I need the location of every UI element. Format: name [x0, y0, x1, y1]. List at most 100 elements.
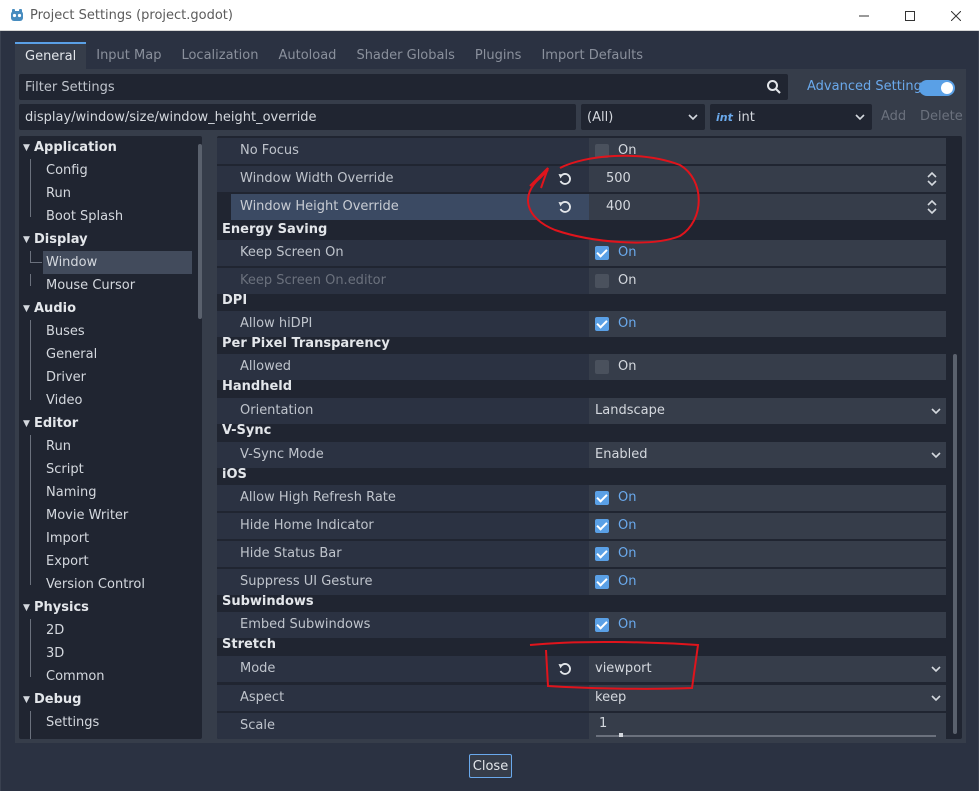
prop-row-vsync-mode: V-Sync Mode Enabled — [217, 442, 946, 468]
tab-plugins[interactable]: Plugins — [465, 42, 532, 69]
slider-handle[interactable] — [619, 733, 623, 737]
tree-item-common[interactable]: Common — [19, 665, 194, 688]
prop-row-allow-hidpi: Allow hiDPI On — [217, 311, 946, 337]
chevron-down-icon — [688, 114, 698, 121]
checkbox-checked-icon[interactable] — [595, 575, 609, 589]
prop-value-spinbox[interactable]: 500 — [589, 166, 946, 192]
tree-item-video[interactable]: Video — [19, 389, 194, 412]
tree-item-editor-run[interactable]: Run — [19, 435, 194, 458]
prop-value-dropdown[interactable]: Landscape — [589, 398, 946, 424]
expanded-arrow-icon: ▼ — [23, 303, 30, 314]
tree-item-movie-writer[interactable]: Movie Writer — [19, 504, 194, 527]
prop-row-hide-status-bar: Hide Status Bar On — [217, 541, 946, 567]
prop-value-checkbox[interactable]: On — [589, 612, 946, 638]
checkbox-unchecked-icon[interactable] — [595, 274, 609, 288]
tree-category-editor[interactable]: ▼ Editor — [19, 412, 194, 435]
category-select[interactable]: (All) — [581, 104, 705, 130]
prop-value-dropdown[interactable]: Enabled — [589, 442, 946, 468]
checkbox-checked-icon[interactable] — [595, 317, 609, 331]
prop-label: Mode — [240, 661, 276, 676]
expanded-arrow-icon: ▼ — [23, 694, 30, 705]
slider-track[interactable] — [596, 735, 936, 737]
prop-row-window-width-override: Window Width Override 500 — [217, 166, 946, 192]
inspector-scrollbar[interactable] — [953, 354, 957, 734]
checkbox-checked-icon[interactable] — [595, 547, 609, 561]
tab-localization[interactable]: Localization — [171, 42, 268, 69]
prop-value-checkbox[interactable]: On — [589, 240, 946, 266]
minimize-button[interactable] — [841, 0, 887, 31]
prop-value-slider[interactable]: 1 — [589, 713, 946, 739]
tree-item-2d[interactable]: 2D — [19, 619, 194, 642]
checkbox-label: On — [618, 273, 637, 288]
revert-icon[interactable] — [557, 171, 573, 187]
prop-value-checkbox[interactable]: On — [589, 513, 946, 539]
spin-updown-icon[interactable] — [926, 199, 938, 215]
tree-category-debug[interactable]: ▼ Debug — [19, 688, 194, 711]
setting-path-input[interactable]: display/window/size/window_height_overri… — [19, 104, 576, 130]
prop-value-dropdown[interactable]: keep — [589, 685, 946, 711]
spin-updown-icon[interactable] — [926, 171, 938, 187]
checkbox-unchecked-icon[interactable] — [595, 360, 609, 374]
prop-value-checkbox[interactable]: On — [589, 354, 946, 380]
tree-item-import[interactable]: Import — [19, 527, 194, 550]
tree-item-script[interactable]: Script — [19, 458, 194, 481]
prop-value-checkbox[interactable]: On — [589, 311, 946, 337]
tree-item-mouse-cursor[interactable]: Mouse Cursor — [19, 274, 194, 297]
tree-item-settings[interactable]: Settings — [19, 711, 194, 734]
tree-category-display[interactable]: ▼ Display — [19, 228, 194, 251]
close-button[interactable]: Close — [469, 754, 512, 778]
tree-category-application[interactable]: ▼ Application — [19, 136, 194, 159]
revert-icon[interactable] — [557, 199, 573, 215]
add-setting-button[interactable]: Add — [881, 109, 906, 124]
type-select[interactable]: int int — [710, 104, 872, 130]
tree-guide-line — [30, 251, 31, 262]
filter-settings-input[interactable]: Filter Settings — [19, 74, 788, 100]
prop-value-checkbox[interactable]: On — [589, 268, 946, 294]
tree-item-version-control[interactable]: Version Control — [19, 573, 194, 596]
tree-item-driver[interactable]: Driver — [19, 366, 194, 389]
prop-value-dropdown[interactable]: viewport — [589, 656, 946, 682]
tab-input-map[interactable]: Input Map — [86, 42, 171, 69]
tab-general[interactable]: General — [15, 42, 87, 69]
prop-label: Scale — [240, 718, 275, 733]
prop-value-checkbox[interactable]: On — [589, 138, 946, 164]
tab-shader-globals[interactable]: Shader Globals — [346, 42, 464, 69]
settings-tabs: General Input Map Localization Autoload … — [15, 42, 653, 69]
tree-item-general[interactable]: General — [19, 343, 194, 366]
tree-scrollbar[interactable] — [198, 144, 202, 319]
prop-value-checkbox[interactable]: On — [589, 569, 946, 595]
prop-row-keep-screen-on: Keep Screen On On — [217, 240, 946, 266]
tree-item-buses[interactable]: Buses — [19, 320, 194, 343]
prop-value-checkbox[interactable]: On — [589, 485, 946, 511]
checkbox-checked-icon[interactable] — [595, 246, 609, 260]
tree-item-boot-splash[interactable]: Boot Splash — [19, 205, 194, 228]
tree-item-naming[interactable]: Naming — [19, 481, 194, 504]
prop-row-allowed: Allowed On — [217, 354, 946, 380]
checkbox-checked-icon[interactable] — [595, 491, 609, 505]
prop-label: Suppress UI Gesture — [240, 574, 373, 589]
tree-item-window[interactable]: Window — [43, 251, 192, 274]
prop-value-spinbox[interactable]: 400 — [589, 194, 946, 220]
tree-item-run[interactable]: Run — [19, 182, 194, 205]
revert-icon[interactable] — [557, 661, 573, 677]
expanded-arrow-icon: ▼ — [23, 234, 30, 245]
tab-autoload[interactable]: Autoload — [268, 42, 346, 69]
tree-item-export[interactable]: Export — [19, 550, 194, 573]
godot-logo-icon — [11, 9, 23, 21]
advanced-settings-toggle[interactable] — [919, 80, 955, 96]
tree-item-config[interactable]: Config — [19, 159, 194, 182]
delete-setting-button[interactable]: Delete — [920, 109, 963, 124]
tree-item-3d[interactable]: 3D — [19, 642, 194, 665]
tree-category-physics[interactable]: ▼ Physics — [19, 596, 194, 619]
tree-category-audio[interactable]: ▼ Audio — [19, 297, 194, 320]
checkbox-label: On — [618, 316, 637, 331]
advanced-settings-label[interactable]: Advanced Settings — [807, 79, 929, 94]
prop-value-checkbox[interactable]: On — [589, 541, 946, 567]
checkbox-unchecked-icon[interactable] — [595, 144, 609, 158]
checkbox-checked-icon[interactable] — [595, 618, 609, 632]
checkbox-checked-icon[interactable] — [595, 519, 609, 533]
maximize-button[interactable] — [887, 0, 933, 31]
prop-label: Orientation — [240, 403, 314, 418]
tab-import-defaults[interactable]: Import Defaults — [531, 42, 653, 69]
window-close-button[interactable] — [933, 0, 979, 31]
